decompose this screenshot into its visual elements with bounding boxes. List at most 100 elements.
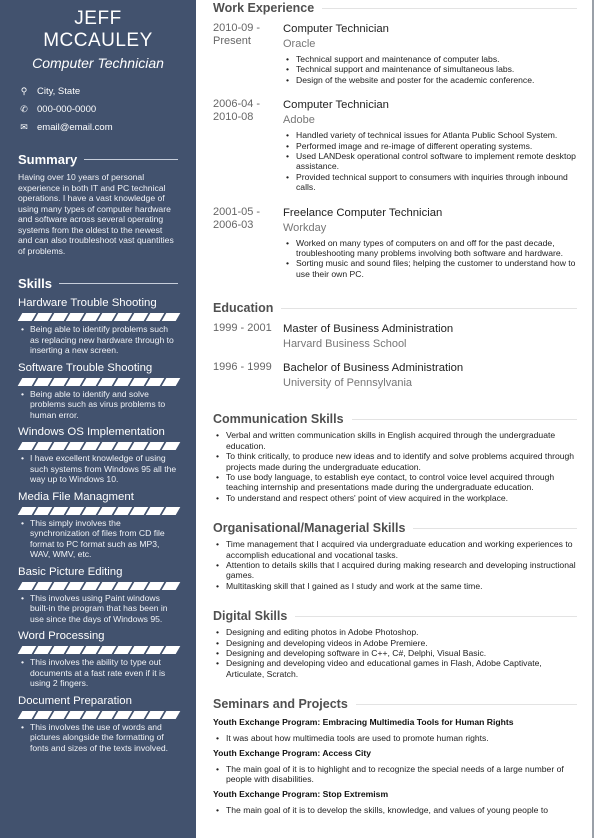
- skills-heading-text: Skills: [18, 276, 52, 291]
- company-name: Adobe: [283, 114, 315, 127]
- digital-bullet: Designing and developing software in C++…: [213, 648, 577, 659]
- job-entry: 2001-05 - 2006-03 Freelance Computer Tech…: [213, 206, 577, 280]
- seminar-bullet: The main goal of it is to develop the sk…: [213, 805, 577, 816]
- summary-heading: Summary: [18, 152, 178, 167]
- contact-list: ⚲ City, State ✆ 000-000-0000 ✉ email@ema…: [18, 82, 178, 136]
- skill-name: Media File Managment: [18, 490, 134, 503]
- work-heading: Work Experience: [213, 1, 577, 16]
- main-content: Work Experience 2010-09 - Present Compute…: [213, 0, 577, 816]
- skill-name: Windows OS Implementation: [18, 426, 165, 438]
- skill-level-bar: [17, 506, 181, 515]
- envelope-icon: ✉: [20, 121, 28, 132]
- education-dates: 1996 - 1999: [213, 361, 272, 374]
- skill-level-segment: [161, 377, 181, 386]
- divider: [295, 616, 577, 618]
- job-title: Computer Technician: [283, 99, 389, 112]
- digital-heading: Digital Skills: [213, 609, 577, 624]
- school: Harvard Business School: [283, 338, 407, 351]
- skill-level-segment: [161, 646, 181, 654]
- divider: [281, 308, 577, 310]
- divider: [355, 704, 577, 706]
- skill-description: This involves using Paint windows built-…: [18, 593, 178, 625]
- skill-level-bar: [17, 377, 181, 386]
- skill-level-segment: [161, 581, 181, 590]
- job-bullet: Technical support and maintenance of sim…: [283, 64, 577, 75]
- organisational-bullet: Time management that I acquired via unde…: [213, 539, 577, 560]
- job-bullet: Design of the website and poster for the…: [283, 75, 577, 86]
- education-heading-text: Education: [213, 301, 274, 316]
- organisational-heading: Organisational/Managerial Skills: [213, 521, 577, 536]
- seminars-heading: Seminars and Projects: [213, 697, 577, 712]
- skill-level-segment: [161, 710, 181, 719]
- degree: Bachelor of Business Administration: [283, 362, 464, 375]
- organisational-list: Time management that I acquired via unde…: [213, 539, 577, 591]
- job-bullets: Handled variety of technical issues for …: [283, 130, 577, 192]
- divider: [413, 528, 577, 530]
- communication-bullet: To understand and respect others' point …: [213, 493, 577, 504]
- seminar-bullets: It was about how multimedia tools are us…: [213, 733, 577, 744]
- job-bullet: Used LANDesk operational control softwar…: [283, 151, 577, 172]
- candidate-title: Computer Technician: [32, 55, 164, 71]
- job-entry: 2006-04 - 2010-08 Computer Technician Adob…: [213, 98, 577, 192]
- contact-email: ✉ email@email.com: [18, 118, 178, 136]
- skill-name: Software Trouble Shooting: [18, 361, 153, 374]
- communication-heading: Communication Skills: [213, 412, 577, 427]
- seminars-list: Youth Exchange Program: Embracing Multim…: [213, 717, 577, 816]
- skill-level-segment: [161, 506, 181, 515]
- communication-bullet: Verbal and written communication skills …: [213, 430, 577, 451]
- skill-level-bar: [17, 442, 181, 450]
- seminar-bullets: The main goal of it is to develop the sk…: [213, 805, 577, 816]
- seminar-title: Youth Exchange Program: Stop Extremism: [213, 789, 389, 800]
- job-bullet: Handled variety of technical issues for …: [283, 130, 577, 141]
- job-bullets: Worked on many types of computers on and…: [283, 238, 577, 280]
- divider: [84, 159, 178, 160]
- divider: [351, 419, 577, 421]
- organisational-bullet: Multitasking skill that I gained as I st…: [213, 581, 577, 592]
- company-name: Oracle: [283, 38, 316, 50]
- job-bullet: Technical support and maintenance of com…: [283, 54, 577, 65]
- seminar-title: Youth Exchange Program: Access City: [213, 748, 372, 759]
- skill-level-segment: [161, 442, 181, 450]
- skill-name: Basic Picture Editing: [18, 565, 123, 578]
- skill-description: This involves the use of words and pictu…: [18, 722, 178, 754]
- contact-phone-text: 000-000-0000: [37, 103, 97, 115]
- skill-level-bar: [17, 581, 181, 590]
- company-name: Workday: [283, 221, 327, 234]
- organisational-bullet: Attention to details skills that I acqui…: [213, 560, 577, 581]
- job-bullet: Provided technical support to consumers …: [283, 172, 577, 193]
- job-bullet: Performed image and re-image of differen…: [283, 141, 577, 152]
- education-entry: 1999 - 2001 Master of Business Administra…: [213, 322, 577, 351]
- education-body: Master of Business Administration Harvard…: [283, 322, 577, 351]
- skills-list: Hardware Trouble Shooting Being able to i…: [17, 296, 181, 754]
- skills-heading: Skills: [18, 276, 178, 291]
- organisational-heading-text: Organisational/Managerial Skills: [213, 521, 406, 536]
- contact-email-text[interactable]: email@email.com: [37, 122, 113, 133]
- education-dates: 1999 - 2001: [213, 322, 272, 335]
- digital-bullet: Designing and developing videos in Adobe…: [213, 638, 577, 649]
- contact-location-text: City, State: [37, 85, 81, 97]
- work-heading-text: Work Experience: [213, 1, 315, 15]
- job-body: Computer Technician Adobe Handled variety …: [283, 98, 577, 192]
- job-dates: 2010-09 - Present: [213, 22, 261, 47]
- skill-description: Being able to identify problems such as …: [18, 324, 178, 356]
- skill-description: Being able to identify and solve problem…: [18, 389, 178, 421]
- communication-list: Verbal and written communication skills …: [213, 430, 577, 503]
- summary-heading-text: Summary: [18, 152, 78, 167]
- job-body: Computer Technician Oracle Technical suppo…: [283, 22, 577, 86]
- skill-level-bar: [17, 646, 181, 654]
- communication-bullet: To think critically, to produce new idea…: [213, 451, 577, 472]
- degree: Master of Business Administration: [283, 323, 454, 336]
- phone-icon: ✆: [20, 103, 28, 114]
- skill-level-bar: [17, 710, 181, 719]
- job-dates: 2001-05 - 2006-03: [213, 205, 261, 231]
- skill-name: Hardware Trouble Shooting: [18, 297, 157, 309]
- job-title: Freelance Computer Technician: [283, 206, 443, 219]
- job-title: Computer Technician: [283, 23, 389, 35]
- education-list: 1999 - 2001 Master of Business Administra…: [213, 322, 577, 390]
- location-pin-icon: ⚲: [20, 85, 28, 96]
- job-bullet: Sorting music and sound files; helping t…: [283, 258, 577, 279]
- digital-bullet: Designing and developing video and educa…: [213, 658, 577, 679]
- candidate-name: JEFF MCCAULEY: [43, 8, 153, 51]
- divider: [58, 283, 178, 284]
- job-body: Freelance Computer Technician Workday Work…: [283, 206, 577, 280]
